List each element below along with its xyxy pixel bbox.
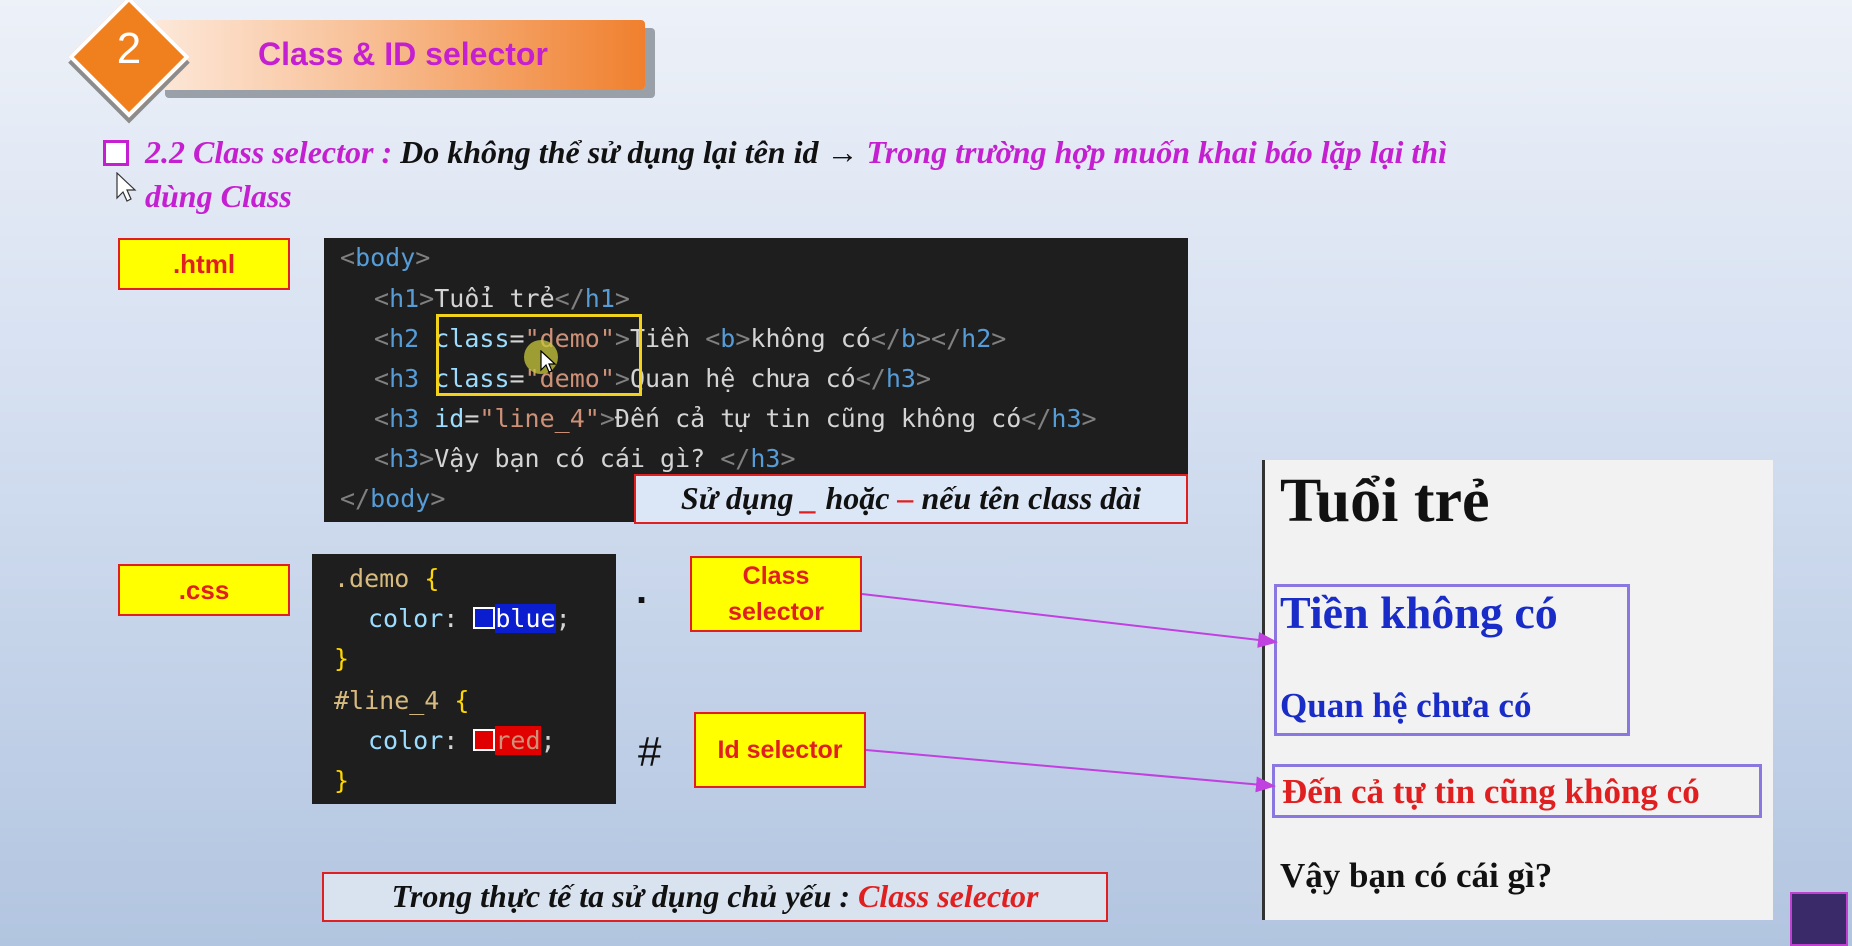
subtitle-plain: Do không thể sử dụng lại tên id: [400, 134, 819, 170]
code-text: Tuổi trẻ: [434, 284, 555, 313]
css-property: color: [368, 604, 444, 633]
css-line-demo-selector: .demo {: [334, 564, 440, 593]
conclusion-text: Trong thực tế ta sử dụng chủ yếu :: [391, 878, 859, 914]
code-text: Vậy bạn có cái gì?: [434, 444, 721, 473]
tag-name: h1: [389, 284, 420, 313]
tag-name: h3: [389, 364, 420, 393]
css-property: color: [368, 726, 444, 755]
html-file-label: .html: [118, 238, 290, 290]
subtitle-topic: Class selector :: [193, 134, 393, 170]
code-line-h1: <h1>Tuổi trẻ</h1>: [374, 284, 630, 313]
tag-name: body: [355, 243, 416, 272]
conclusion-note: Trong thực tế ta sử dụng chủ yếu : Class…: [322, 872, 1108, 922]
code-line-body-open: <body>: [340, 243, 431, 272]
section-number: 2: [116, 24, 142, 73]
preview-h1: Tuổi trẻ: [1280, 467, 1490, 535]
tag-name: h3: [389, 404, 420, 433]
subtitle-number: 2.2: [145, 134, 185, 170]
subtitle-line-1: 2.2 Class selector : Do không thể sử dụn…: [145, 134, 1447, 171]
class-dot-symbol: .: [636, 568, 648, 612]
note-dash: –: [897, 480, 914, 516]
conclusion-highlight: Class selector: [858, 878, 1039, 914]
attr-value: "line_4": [479, 404, 600, 433]
subtitle-line-2: dùng Class: [145, 178, 292, 214]
note-text: Sử dụng: [680, 480, 802, 516]
code-text: Đến cả tự tin cũng không có: [614, 404, 1022, 433]
tag-name: h2: [389, 324, 420, 353]
id-hash-symbol: #: [638, 728, 662, 775]
attr-name: id: [434, 404, 465, 433]
css-value: blue: [495, 604, 556, 633]
preview-id-highlight-box: [1272, 764, 1762, 818]
tag-name: b: [900, 324, 916, 353]
id-selector-arrow: [865, 749, 1276, 793]
css-selector: .demo: [334, 564, 410, 593]
css-file-label: .css: [118, 564, 290, 616]
class-selector-line-1: Class: [742, 562, 810, 590]
note-text: nếu tên class dài: [913, 480, 1142, 516]
arrow-right-icon: →: [826, 134, 859, 170]
tag-name: h3: [750, 444, 781, 473]
css-selector: #line_4: [334, 686, 440, 715]
preview-h3-plain: Vậy bạn có cái gì?: [1280, 856, 1553, 895]
tag-name: h1: [584, 284, 615, 313]
css-value: red: [495, 726, 541, 755]
note-text: hoặc: [817, 480, 898, 516]
css-line-brace: }: [334, 766, 350, 795]
mouse-pointer-icon: [540, 350, 556, 373]
checkbox-square-icon: [103, 140, 129, 166]
naming-tip-note: Sử dụng _ hoặc – nếu tên class dài: [634, 474, 1188, 524]
code-text: Quan hệ chưa có: [629, 364, 856, 393]
css-line-brace: }: [334, 644, 350, 673]
color-swatch-icon: [473, 607, 496, 629]
tag-name: b: [720, 324, 736, 353]
code-line-h3-plain: <h3>Vậy bạn có cái gì? </h3>: [374, 444, 796, 473]
channel-avatar-icon: [1790, 892, 1848, 946]
subtitle-highlight: Trong trường hợp muốn khai báo lặp lại t…: [866, 134, 1447, 170]
tag-name: h3: [1051, 404, 1082, 433]
code-line-body-close: </body>: [340, 484, 446, 513]
class-selector-arrow: [861, 593, 1278, 648]
color-swatch-icon: [473, 729, 496, 751]
class-selector-label: Class selector: [690, 556, 862, 632]
class-selector-line-2: selector: [728, 598, 824, 626]
id-selector-label: Id selector: [694, 712, 866, 788]
css-line-color-blue: color: blue;: [368, 604, 571, 633]
preview-class-highlight-box: [1274, 584, 1630, 736]
note-underscore: _: [801, 480, 818, 516]
code-text: không có: [750, 324, 871, 353]
code-line-h3-id: <h3 id="line_4">Đến cả tự tin cũng không…: [374, 404, 1097, 433]
slide-title: Class & ID selector: [258, 36, 548, 72]
tag-name: h3: [885, 364, 916, 393]
css-line-id-selector: #line_4 {: [334, 686, 470, 715]
tag-name: h3: [389, 444, 420, 473]
css-line-color-red: color: red;: [368, 726, 556, 755]
mouse-pointer-icon: [116, 172, 137, 202]
tag-name: body: [370, 484, 431, 513]
tag-name: h2: [961, 324, 992, 353]
